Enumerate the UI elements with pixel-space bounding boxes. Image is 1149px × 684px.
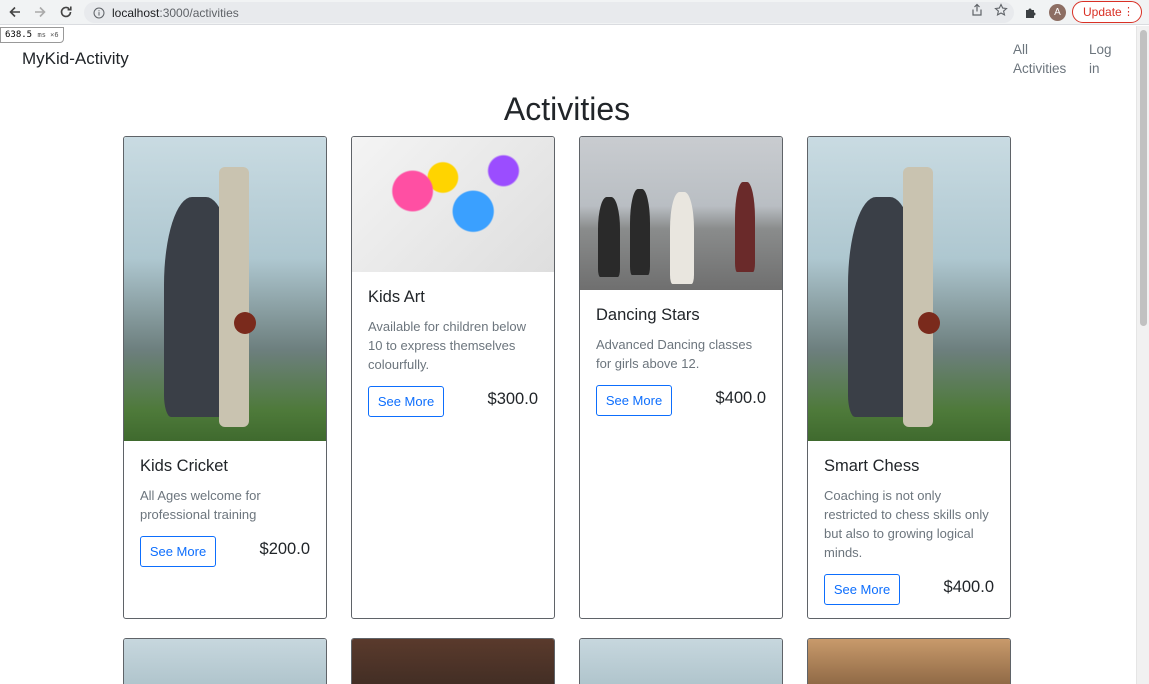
activity-photo	[352, 639, 554, 684]
activity-card: Kids Cricket All Ages welcome for profes…	[123, 136, 327, 619]
activity-price: $400.0	[715, 389, 766, 407]
activity-card	[579, 638, 783, 684]
see-more-button[interactable]: See More	[368, 386, 444, 417]
activity-card	[351, 638, 555, 684]
browser-toolbar: localhost:3000/activities A Update ⋮	[0, 0, 1149, 25]
page-scrollbar[interactable]	[1136, 26, 1149, 684]
activity-card	[123, 638, 327, 684]
nav-link-all-activities[interactable]: All Activities	[1013, 40, 1068, 78]
url-text: localhost:3000/activities	[112, 6, 239, 20]
activity-description: All Ages welcome for professional traini…	[140, 488, 261, 522]
scrollbar-thumb[interactable]	[1140, 30, 1147, 326]
extensions-puzzle-icon[interactable]	[1023, 4, 1039, 20]
activity-title: Smart Chess	[824, 457, 920, 475]
see-more-button[interactable]: See More	[596, 385, 672, 416]
update-button[interactable]: Update ⋮	[1072, 1, 1142, 23]
activity-card: Dancing Stars Advanced Dancing classes f…	[579, 136, 783, 619]
activity-title: Kids Art	[368, 288, 425, 306]
top-navigation: All Activities Log in	[1013, 40, 1114, 78]
activity-card	[807, 638, 1011, 684]
activity-description: Available for children below 10 to expre…	[368, 319, 527, 372]
paint-art-photo	[352, 137, 554, 272]
nav-link-log-in[interactable]: Log in	[1089, 40, 1114, 78]
activity-description: Coaching is not only restricted to chess…	[824, 488, 989, 560]
perf-badge: 638.5 ms ×6	[0, 27, 64, 43]
activity-price: $200.0	[259, 540, 310, 558]
url-host: localhost	[112, 5, 160, 20]
cricket-player-photo	[124, 137, 326, 441]
see-more-button[interactable]: See More	[824, 574, 900, 605]
url-path: :3000/activities	[159, 5, 239, 20]
activity-card: Smart Chess Coaching is not only restric…	[807, 136, 1011, 619]
more-vert-icon[interactable]: ⋮	[1123, 5, 1134, 19]
brand-logo-text[interactable]: MyKid-Activity	[22, 49, 129, 69]
see-more-button[interactable]: See More	[140, 536, 216, 567]
page-title: Activities	[503, 91, 631, 127]
back-arrow-icon[interactable]	[5, 3, 25, 21]
reload-icon[interactable]	[56, 3, 76, 21]
activity-photo	[580, 639, 782, 684]
site-info-icon[interactable]	[92, 6, 106, 20]
activity-photo	[808, 639, 1010, 684]
address-bar[interactable]: localhost:3000/activities	[84, 2, 1014, 23]
cricket-player-photo	[808, 137, 1010, 441]
share-icon[interactable]	[970, 3, 984, 22]
activity-description: Advanced Dancing classes for girls above…	[596, 337, 753, 371]
activity-title: Kids Cricket	[140, 457, 229, 475]
bookmark-star-icon[interactable]	[994, 3, 1008, 22]
perf-unit: ms ×6	[37, 31, 59, 39]
forward-arrow-icon[interactable]	[30, 3, 50, 21]
activity-price: $300.0	[487, 390, 538, 408]
profile-avatar[interactable]: A	[1049, 4, 1066, 21]
activity-photo	[124, 639, 326, 684]
activity-title: Dancing Stars	[596, 306, 700, 324]
dancing-girls-photo	[580, 137, 782, 290]
update-label: Update	[1083, 5, 1122, 19]
activity-card: Kids Art Available for children below 10…	[351, 136, 555, 619]
perf-value: 638.5	[5, 30, 33, 40]
activity-price: $400.0	[943, 578, 994, 596]
